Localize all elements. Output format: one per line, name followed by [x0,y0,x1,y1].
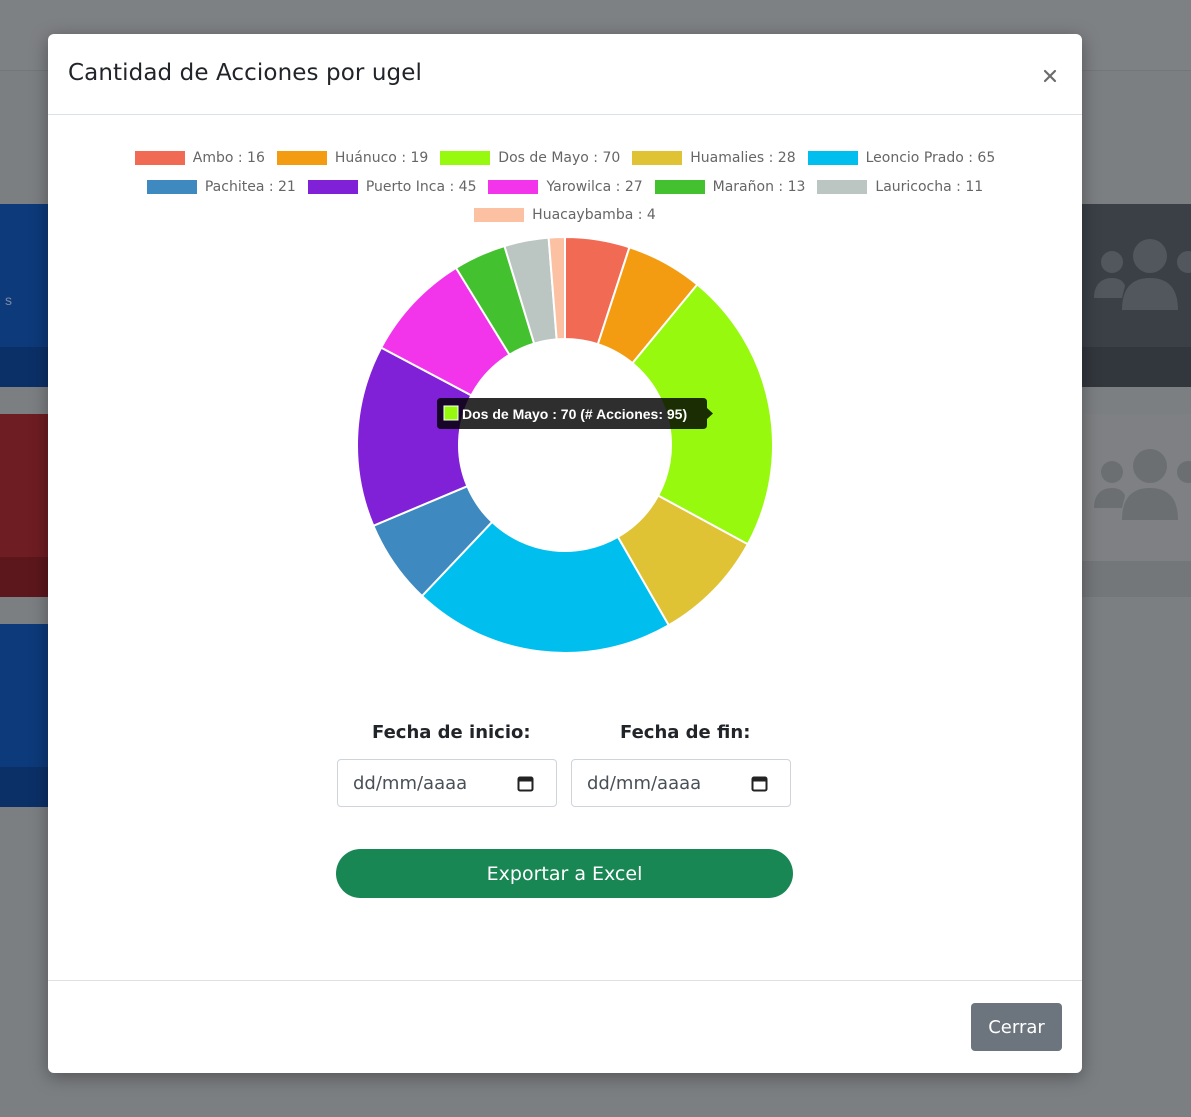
legend-swatch [488,179,539,194]
legend-swatch [134,151,185,166]
close-icon [1043,69,1057,83]
legend-label: Huánuco : 19 [334,150,429,167]
legend-swatch [807,151,858,166]
tooltip-text: Dos de Mayo : 70 (# Acciones: 95) [462,406,687,422]
doughnut-chart[interactable]: Dos de Mayo : 70 (# Acciones: 95) [355,235,775,655]
legend-label: Huacaybamba : 4 [532,207,656,224]
legend-row: Huacaybamba : 4 [48,201,1082,230]
end-date-input[interactable]: dd/mm/aaaa [571,759,791,807]
calendar-icon[interactable] [517,775,534,792]
legend-swatch [817,179,868,194]
legend-swatch [440,151,491,166]
legend-item[interactable]: Huamalies : 28 [632,150,796,167]
background-card-red [0,414,50,597]
legend-label: Marañon : 13 [712,178,806,195]
legend-item[interactable]: Yarowilca : 27 [488,178,643,195]
end-date-placeholder: dd/mm/aaaa [587,773,702,794]
legend-item[interactable]: Ambo : 16 [134,150,265,167]
calendar-icon[interactable] [751,775,768,792]
close-modal-button[interactable]: Cerrar [971,1003,1062,1051]
start-date-placeholder: dd/mm/aaaa [353,773,468,794]
background-card-text: s [5,292,12,308]
legend-swatch [146,179,197,194]
modal-header: Cantidad de Acciones por ugel [48,34,1082,115]
start-date-label: Fecha de inicio: [372,722,531,743]
legend-label: Puerto Inca : 45 [365,178,477,195]
legend-item[interactable]: Leoncio Prado : 65 [807,150,996,167]
legend-row: Ambo : 16 Huánuco : 19 Dos de Mayo : 70 Hua… [48,144,1082,173]
users-icon [1092,232,1191,312]
legend-swatch [307,179,358,194]
legend-label: Ambo : 16 [192,150,265,167]
modal-title: Cantidad de Acciones por ugel [68,60,422,86]
legend-label: Dos de Mayo : 70 [498,150,621,167]
modal-dialog: Cantidad de Acciones por ugel Ambo : 16 H… [48,34,1082,1073]
legend-item[interactable]: Lauricocha : 11 [817,179,983,195]
modal-footer: Cerrar [48,980,1082,1073]
legend-item[interactable]: Dos de Mayo : 70 [440,150,620,166]
legend-swatch [276,151,327,166]
legend-label: Lauricocha : 11 [875,178,984,195]
close-button[interactable] [1038,64,1062,88]
legend-item[interactable]: Pachitea : 21 [146,178,296,195]
background-card-blue-2 [0,624,50,807]
chart-legend: Ambo : 16 Huánuco : 19 Dos de Mayo : 70 Hua… [48,144,1082,230]
legend-label: Pachitea : 21 [204,178,296,195]
legend-swatch [474,208,525,223]
start-date-input[interactable]: dd/mm/aaaa [337,759,557,807]
legend-item[interactable]: Puerto Inca : 45 [307,178,477,195]
legend-item[interactable]: Marañon : 13 [654,178,806,195]
legend-label: Leoncio Prado : 65 [865,150,996,167]
users-icon [1092,442,1191,522]
legend-row: Pachitea : 21 Puerto Inca : 45 Yarowilca :… [48,173,1082,202]
chart-tooltip: Dos de Mayo : 70 (# Acciones: 95) [437,398,713,429]
legend-label: Yarowilca : 27 [546,178,643,195]
legend-label: Huamalies : 28 [690,150,796,167]
tooltip-swatch [443,405,459,421]
export-excel-button[interactable]: Exportar a Excel [336,849,793,898]
legend-swatch [654,179,705,194]
legend-swatch [632,151,683,166]
legend-item[interactable]: Huacaybamba : 4 [474,207,656,223]
end-date-label: Fecha de fin: [620,722,751,743]
legend-item[interactable]: Huánuco : 19 [276,150,429,167]
